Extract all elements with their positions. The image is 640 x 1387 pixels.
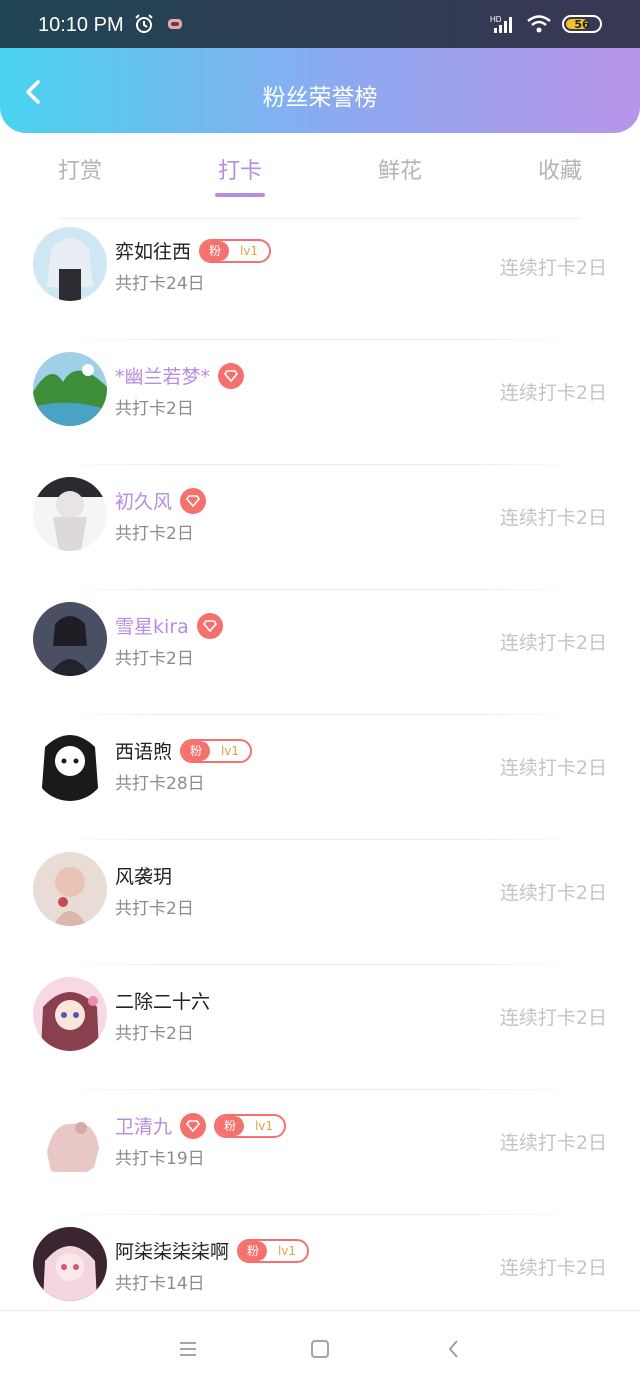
battery-text: 56: [574, 17, 590, 31]
status-right-icons: HD 56: [490, 14, 602, 34]
system-nav-bar: [0, 1310, 640, 1387]
checkin-total: 共打卡2日: [115, 1024, 194, 1044]
checkin-streak: 连续打卡2日: [499, 507, 607, 529]
name-line: 二除二十六: [115, 987, 210, 1014]
name-line: *幽兰若梦*: [115, 362, 245, 389]
tab-label: 打卡: [217, 159, 262, 184]
checkin-total: 共打卡24日: [115, 274, 205, 294]
checkin-total: 共打卡19日: [115, 1149, 205, 1169]
fan-list: 弈如往西 粉 lv1 共打卡24日 连续打卡2日 *幽兰若梦* 共打卡2日 连续…: [0, 215, 640, 1340]
diamond-icon: [218, 362, 245, 389]
tab-flowers[interactable]: 鲜花: [320, 133, 480, 215]
checkin-total: 共打卡2日: [115, 524, 194, 544]
list-item[interactable]: 卫清九 粉 lv1 共打卡19日 连续打卡2日: [0, 1090, 640, 1215]
wifi-icon: [527, 15, 551, 33]
tab-checkin[interactable]: 打卡: [160, 133, 320, 215]
fan-badge-level: lv1: [277, 1243, 297, 1258]
avatar[interactable]: [33, 1102, 107, 1176]
tab-reward[interactable]: 打赏: [0, 133, 160, 215]
avatar[interactable]: [33, 852, 107, 926]
avatar[interactable]: [33, 1227, 107, 1301]
name-line: 弈如往西 粉 lv1: [115, 237, 272, 264]
fan-badge-label: 粉: [182, 740, 211, 761]
fan-badge-label: 粉: [216, 1115, 245, 1136]
fan-badge-level: lv1: [254, 1118, 274, 1133]
fan-badge-level: lv1: [220, 743, 240, 758]
square-icon[interactable]: [308, 1337, 332, 1361]
back-icon[interactable]: [442, 1337, 466, 1361]
network-label: HD: [490, 15, 502, 24]
diamond-icon: [196, 612, 223, 639]
checkin-total: 共打卡2日: [115, 399, 194, 419]
battery-icon: 56: [562, 15, 602, 33]
user-name: 阿柒柒柒柒啊: [115, 1241, 230, 1263]
checkin-streak: 连续打卡2日: [499, 1007, 607, 1029]
name-line: 初久风: [115, 487, 207, 514]
avatar[interactable]: [33, 727, 107, 801]
fan-badge-label: 粉: [201, 240, 230, 261]
checkin-total: 共打卡14日: [115, 1274, 205, 1294]
diamond-icon: [180, 1112, 207, 1139]
checkin-streak: 连续打卡2日: [499, 1132, 607, 1154]
tab-label: 鲜花: [377, 159, 422, 184]
name-line: 卫清九 粉 lv1: [115, 1112, 287, 1139]
user-name: 西语煦: [115, 741, 173, 763]
user-name: *幽兰若梦*: [115, 366, 211, 388]
name-line: 阿柒柒柒柒啊 粉 lv1: [115, 1237, 310, 1264]
message-icon: [168, 19, 182, 29]
list-item[interactable]: 初久风 共打卡2日 连续打卡2日: [0, 465, 640, 590]
list-item[interactable]: 西语煦 粉 lv1 共打卡28日 连续打卡2日: [0, 715, 640, 840]
fan-level-badge: 粉 lv1: [237, 1238, 310, 1263]
fan-level-badge: 粉 lv1: [214, 1113, 287, 1138]
checkin-streak: 连续打卡2日: [499, 882, 607, 904]
avatar[interactable]: [33, 352, 107, 426]
list-item[interactable]: *幽兰若梦* 共打卡2日 连续打卡2日: [0, 340, 640, 465]
user-name: 卫清九: [115, 1116, 173, 1138]
checkin-total: 共打卡2日: [115, 899, 194, 919]
user-name: 雪星kira: [115, 616, 189, 638]
name-line: 风袭玥: [115, 862, 172, 889]
checkin-streak: 连续打卡2日: [499, 257, 607, 279]
checkin-total: 共打卡28日: [115, 774, 205, 794]
checkin-total: 共打卡2日: [115, 649, 194, 669]
status-left-icons: [134, 14, 182, 34]
avatar[interactable]: [33, 477, 107, 551]
user-name: 二除二十六: [115, 991, 211, 1013]
avatar[interactable]: [33, 602, 107, 676]
fan-badge-label: 粉: [239, 1240, 268, 1261]
avatar[interactable]: [33, 227, 107, 301]
name-line: 雪星kira: [115, 612, 223, 639]
name-line: 西语煦 粉 lv1: [115, 737, 253, 764]
checkin-streak: 连续打卡2日: [499, 632, 607, 654]
user-name: 初久风: [115, 491, 173, 513]
avatar[interactable]: [33, 977, 107, 1051]
user-name: 弈如往西: [115, 241, 192, 263]
status-time: 10:10 PM: [38, 14, 124, 36]
tab-label: 收藏: [537, 159, 582, 184]
tab-bar: 打赏 打卡 鲜花 收藏: [0, 133, 640, 215]
header-background: 10:10 PM HD 56 粉丝荣誉榜: [0, 0, 640, 133]
fan-badge-level: lv1: [239, 243, 259, 258]
tab-favorites[interactable]: 收藏: [480, 133, 640, 215]
list-item[interactable]: 二除二十六 共打卡2日 连续打卡2日: [0, 965, 640, 1090]
list-item[interactable]: 弈如往西 粉 lv1 共打卡24日 连续打卡2日: [0, 215, 640, 340]
list-item[interactable]: 雪星kira 共打卡2日 连续打卡2日: [0, 590, 640, 715]
active-tab-indicator: [215, 193, 265, 197]
alarm-icon: [135, 14, 153, 33]
signal-icon: HD: [490, 15, 512, 33]
title-bar: 粉丝荣誉榜: [0, 48, 640, 133]
menu-icon[interactable]: [176, 1337, 200, 1361]
fan-level-badge: 粉 lv1: [199, 238, 272, 263]
checkin-streak: 连续打卡2日: [499, 1257, 607, 1279]
tab-label: 打赏: [57, 159, 102, 184]
diamond-icon: [180, 487, 207, 514]
status-bar: 10:10 PM HD 56: [0, 0, 640, 48]
fan-level-badge: 粉 lv1: [180, 738, 253, 763]
user-name: 风袭玥: [115, 866, 173, 888]
list-item[interactable]: 风袭玥 共打卡2日 连续打卡2日: [0, 840, 640, 965]
checkin-streak: 连续打卡2日: [499, 757, 607, 779]
checkin-streak: 连续打卡2日: [499, 382, 607, 404]
page-title: 粉丝荣誉榜: [262, 85, 378, 111]
